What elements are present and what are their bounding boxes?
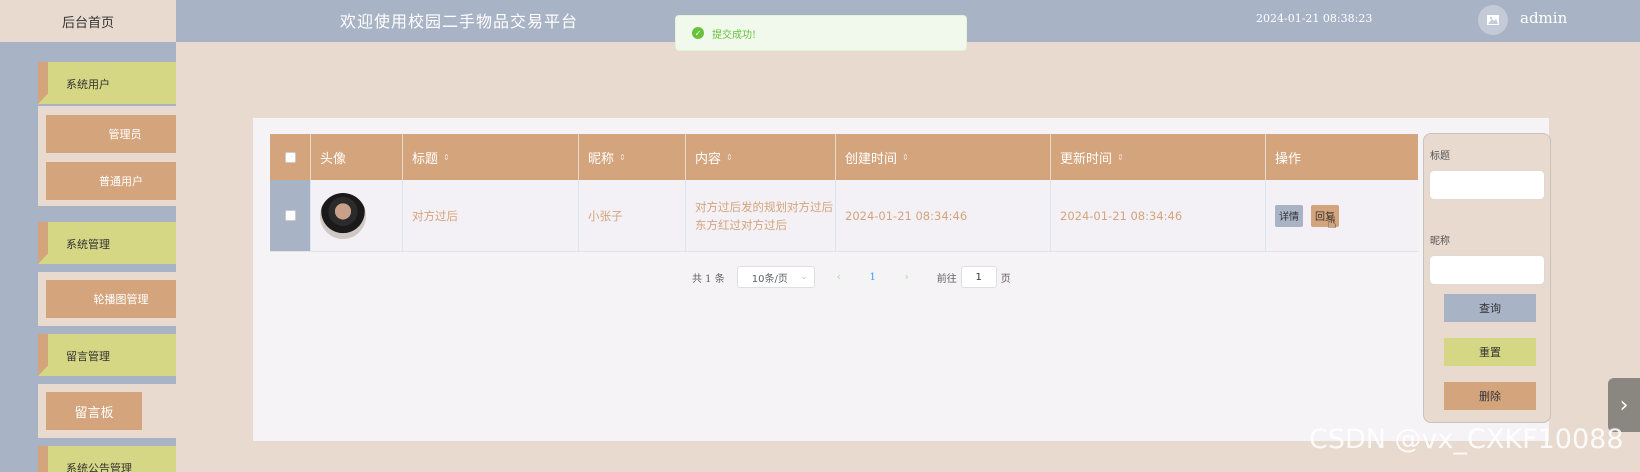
page-title: 欢迎使用校园二手物品交易平台 (340, 12, 579, 31)
menu-group-messages[interactable]: 留言管理 (38, 334, 176, 376)
sidebar-item-normal-user[interactable]: 普通用户 (46, 162, 176, 200)
nickname-filter-input[interactable] (1429, 255, 1545, 285)
cell-created: 2024-01-21 08:34:46 (836, 180, 1051, 251)
reset-button[interactable]: 重置 (1444, 338, 1536, 366)
image-icon (1487, 15, 1499, 25)
sidebar-item-carousel[interactable]: 轮播图管理 (46, 280, 176, 318)
next-page-button[interactable]: › (894, 266, 919, 288)
sort-icon[interactable]: ⇕ (1117, 153, 1124, 162)
goto-page-input[interactable] (960, 266, 997, 288)
submenu-users: 管理员 普通用户 (38, 106, 176, 206)
title-filter-input[interactable] (1429, 170, 1545, 200)
sort-icon[interactable]: ⇕ (619, 153, 626, 162)
cell-avatar (311, 180, 403, 251)
delete-button[interactable]: 删除 (1444, 382, 1536, 410)
sort-icon[interactable]: ⇕ (726, 153, 733, 162)
success-toast: ✓ 提交成功! (675, 15, 967, 51)
table-row[interactable]: 对方过后 小张子 对方过后发的规划对方过后东方红过对方过后 2024-01-21… (270, 180, 1418, 252)
chevron-down-icon: ⌄ (800, 272, 808, 282)
menu-group-label: 系统用户 (66, 78, 110, 91)
col-label: 标题 (412, 151, 439, 167)
cell-content: 对方过后发的规划对方过后东方红过对方过后 (686, 180, 836, 251)
row-checkbox-cell (270, 180, 311, 251)
col-label: 操作 (1275, 151, 1302, 167)
hand-cursor-icon: ☝ (1327, 212, 1337, 232)
col-updated[interactable]: 更新时间 ⇕ (1051, 134, 1266, 180)
reply-button[interactable]: 回复 ☝ (1311, 204, 1339, 232)
sidebar-item-admin[interactable]: 管理员 (46, 115, 176, 153)
sidebar-item-message-board[interactable]: 留言板 (46, 392, 142, 430)
title-filter-label: 标题 (1430, 151, 1450, 162)
table-header: 头像 标题 ⇕ 昵称 ⇕ 内容 ⇕ 创建时间 ⇕ 更新时间 ⇕ 操作 (270, 134, 1418, 180)
col-title[interactable]: 标题 ⇕ (403, 134, 579, 180)
menu-group-label: 留言管理 (66, 350, 110, 363)
cell-title: 对方过后 (403, 180, 579, 251)
col-nickname[interactable]: 昵称 ⇕ (579, 134, 686, 180)
data-table: 头像 标题 ⇕ 昵称 ⇕ 内容 ⇕ 创建时间 ⇕ 更新时间 ⇕ 操作 对方过后 小张子 对… (270, 134, 1418, 252)
sidebar: 系统用户 管理员 普通用户 系统管理 轮播图管理 留言管理 留言板 系统公告管理 (0, 42, 176, 472)
col-label: 内容 (695, 151, 722, 167)
goto-label: 前往 (936, 273, 957, 285)
search-panel: 标题 昵称 查询 重置 删除 (1423, 133, 1551, 423)
col-actions: 操作 (1266, 134, 1418, 180)
datetime-display: 2024-01-21 08:38:23 (1256, 12, 1373, 25)
watermark: CSDN @vx_CXKF10088 (1309, 424, 1624, 455)
col-label: 创建时间 (845, 151, 898, 167)
menu-group-label: 系统管理 (66, 238, 110, 251)
user-avatar[interactable] (1478, 5, 1508, 35)
username[interactable]: admin (1520, 9, 1567, 27)
col-label: 更新时间 (1060, 151, 1113, 167)
page-size-value: 10条/页 (751, 273, 788, 285)
col-label: 头像 (320, 151, 347, 167)
col-label: 昵称 (588, 151, 615, 167)
row-checkbox[interactable] (284, 210, 296, 221)
menu-group-users[interactable]: 系统用户 (38, 62, 176, 104)
cell-nickname: 小张子 (579, 180, 686, 251)
cell-actions: 详情 回复 ☝ (1266, 180, 1418, 251)
content-text: 对方过后发的规划对方过后东方红过对方过后 (695, 199, 833, 232)
total-count: 共 1 条 (692, 273, 725, 285)
goto-suffix: 页 (1000, 273, 1011, 285)
page-size-select[interactable]: 10条/页 ⌄ (736, 266, 815, 288)
submenu-messages: 留言板 (38, 384, 176, 438)
select-all-checkbox[interactable] (284, 151, 296, 163)
pagination: 共 1 条 10条/页 ⌄ ‹ 1 › 前往 页 (692, 266, 1011, 288)
cell-updated: 2024-01-21 08:34:46 (1051, 180, 1266, 251)
toast-message: 提交成功! (712, 29, 757, 41)
col-created[interactable]: 创建时间 ⇕ (836, 134, 1051, 180)
row-avatar-image[interactable] (320, 192, 366, 239)
col-avatar: 头像 (311, 134, 403, 180)
sort-icon[interactable]: ⇕ (443, 153, 450, 162)
nickname-filter-label: 昵称 (1430, 236, 1450, 247)
menu-group-label: 系统公告管理 (66, 462, 132, 472)
home-tab[interactable]: 后台首页 (0, 0, 176, 43)
query-button[interactable]: 查询 (1444, 294, 1536, 322)
prev-page-button[interactable]: ‹ (826, 266, 851, 288)
page-number[interactable]: 1 (854, 266, 891, 288)
menu-group-notice[interactable]: 系统公告管理 (38, 446, 176, 472)
sort-icon[interactable]: ⇕ (902, 153, 909, 162)
header-checkbox-cell (270, 134, 311, 180)
submenu-system: 轮播图管理 (38, 272, 176, 326)
check-icon: ✓ (692, 27, 704, 39)
detail-button[interactable]: 详情 (1275, 204, 1303, 227)
menu-group-system[interactable]: 系统管理 (38, 222, 176, 264)
col-content[interactable]: 内容 ⇕ (686, 134, 836, 180)
